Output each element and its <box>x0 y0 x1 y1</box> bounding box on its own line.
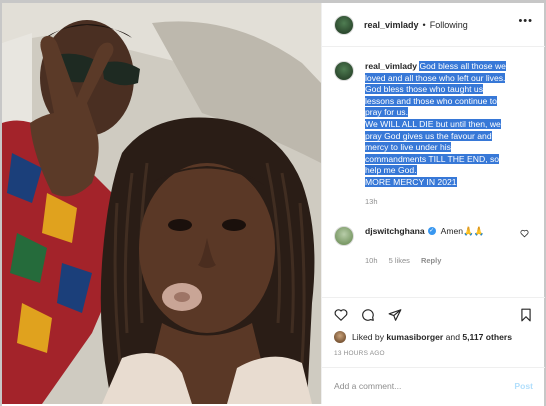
commenter-avatar[interactable] <box>334 225 354 246</box>
photo-illustration <box>2 3 321 404</box>
comment-likes[interactable]: 5 likes <box>389 256 410 265</box>
caption-text: real_vimlady God bless all those we love… <box>365 61 533 189</box>
heart-icon[interactable] <box>334 308 348 322</box>
verified-badge-icon: ✓ <box>427 227 436 236</box>
comment-text: djswitchghana ✓ Amen🙏🙏 <box>365 226 484 246</box>
post-side-panel: real_vimlady • Following ••• real_vimlad… <box>321 3 545 404</box>
likes-mid: and <box>445 332 460 342</box>
more-options-icon[interactable]: ••• <box>518 15 533 27</box>
post-comment-button[interactable]: Post <box>514 381 533 391</box>
comment-item: djswitchghana ✓ Amen🙏🙏 <box>334 225 533 246</box>
bookmark-icon[interactable] <box>519 308 533 322</box>
caption-line: commandments TILL THE END, so <box>365 153 500 164</box>
liker-username[interactable]: kumasiborger <box>386 332 443 342</box>
comment-like-heart-icon[interactable] <box>520 229 529 240</box>
author-username[interactable]: real_vimlady <box>364 20 419 30</box>
post-age[interactable]: 13 HOURS AGO <box>334 350 385 357</box>
commenter-username[interactable]: djswitchghana <box>365 226 425 236</box>
comment-icon[interactable] <box>361 308 375 322</box>
caption-line: lessons and those who continue to <box>365 95 497 106</box>
caption-line: God bless those who taught us <box>365 84 484 95</box>
likes-prefix: Liked by <box>352 332 385 342</box>
caption-line: loved and all those who left our lives. <box>365 72 506 83</box>
caption-line: pray for us. <box>365 107 408 118</box>
post-header: real_vimlady • Following ••• <box>322 3 545 47</box>
post-actions <box>322 297 545 333</box>
comment-time: 10h <box>365 255 378 265</box>
caption: real_vimlady God bless all those we love… <box>334 61 533 189</box>
comments-section[interactable]: real_vimlady God bless all those we love… <box>322 47 545 297</box>
likes-summary: Liked by kumasiborger and 5,117 others <box>334 331 512 343</box>
share-icon[interactable] <box>388 308 402 322</box>
caption-line: We WILL ALL DIE but until then, we <box>365 118 501 129</box>
post-photo[interactable] <box>2 3 321 404</box>
liker-avatar[interactable] <box>334 331 346 343</box>
caption-avatar[interactable] <box>334 61 354 81</box>
caption-line: mercy to live under his <box>365 142 451 153</box>
comment-body: Amen🙏🙏 <box>440 225 485 236</box>
add-comment-bar: Post <box>322 367 545 404</box>
caption-username[interactable]: real_vimlady <box>365 61 417 71</box>
author-avatar[interactable] <box>334 14 354 35</box>
comment-meta: 10h 5 likes Reply <box>365 256 533 265</box>
caption-timestamp[interactable]: 13h <box>365 197 533 206</box>
header-separator: • <box>422 19 426 30</box>
likes-count[interactable]: 5,117 others <box>462 332 512 342</box>
following-button[interactable]: Following <box>430 20 468 30</box>
caption-line: MORE MERCY IN 2021 <box>365 176 457 187</box>
caption-line: God bless all those we <box>419 61 506 71</box>
caption-line: pray God gives us the favour and <box>365 130 492 141</box>
reply-button[interactable]: Reply <box>421 256 441 265</box>
caption-line: help me God. <box>365 165 417 176</box>
add-comment-input[interactable] <box>334 381 515 391</box>
